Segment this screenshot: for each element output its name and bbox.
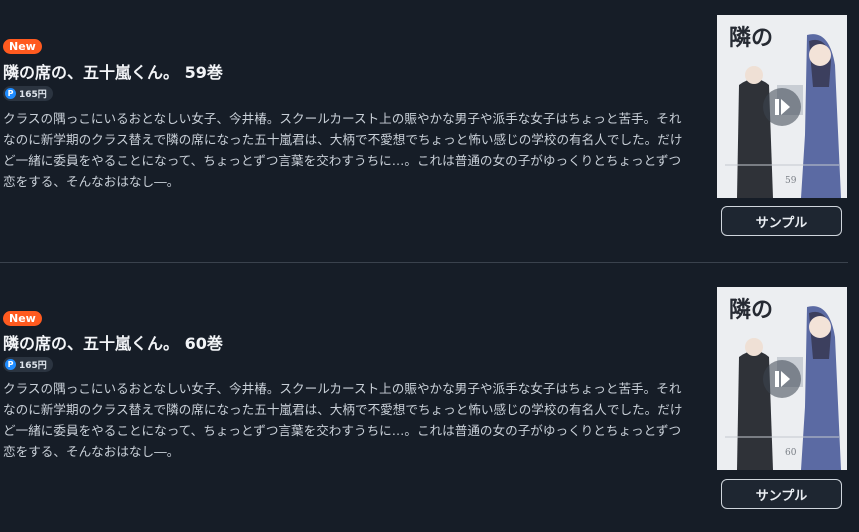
- book-cover[interactable]: 60 隣の: [717, 287, 847, 470]
- price-badge: P 165円: [3, 357, 53, 372]
- book-title[interactable]: 隣の席の、五十嵐くん。 60巻: [3, 330, 223, 354]
- price-badge: P 165円: [3, 86, 53, 101]
- book-description: クラスの隅っこにいるおとなしい女子、今井椿。スクールカースト上の賑やかな男子や派…: [3, 111, 683, 189]
- cover-title: 隣の: [729, 297, 773, 323]
- book-cover[interactable]: 59 隣の: [717, 15, 847, 198]
- price-text: 165円: [19, 90, 47, 100]
- cover-volume: 60: [785, 448, 797, 458]
- play-icon[interactable]: [763, 87, 801, 126]
- book-title[interactable]: 隣の席の、五十嵐くん。 59巻: [3, 59, 223, 83]
- book-item: New 隣の席の、五十嵐くん。 60巻 P 165円 クラスの隅っこにいるおとな…: [0, 263, 859, 532]
- point-icon: P: [5, 359, 16, 370]
- book-item: New 隣の席の、五十嵐くん。 59巻 P 165円 クラスの隅っこにいるおとな…: [0, 0, 859, 262]
- book-description: クラスの隅っこにいるおとなしい女子、今井椿。スクールカースト上の賑やかな男子や派…: [3, 381, 683, 459]
- price-text: 165円: [19, 361, 47, 371]
- new-badge: New: [3, 311, 42, 326]
- play-icon[interactable]: [763, 359, 801, 398]
- sample-button[interactable]: サンプル: [721, 206, 842, 236]
- sample-button[interactable]: サンプル: [721, 479, 842, 509]
- new-badge: New: [3, 39, 42, 54]
- cover-title: 隣の: [729, 25, 773, 51]
- cover-volume: 59: [785, 176, 797, 186]
- point-icon: P: [5, 88, 16, 99]
